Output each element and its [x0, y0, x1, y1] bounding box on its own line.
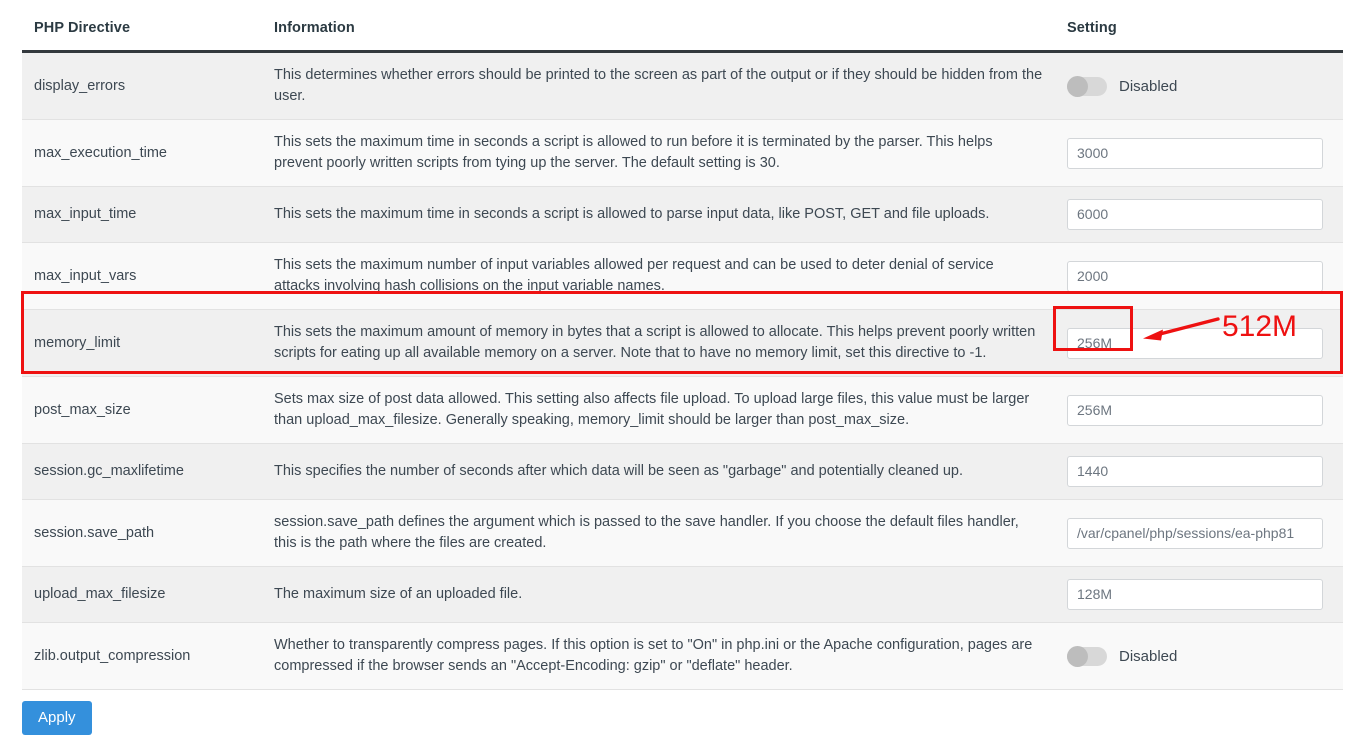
- table-row: max_execution_time This sets the maximum …: [22, 119, 1343, 187]
- table-row: memory_limit This sets the maximum amount…: [22, 309, 1343, 377]
- directive-name: upload_max_filesize: [34, 586, 166, 602]
- setting-cell: 128M: [1055, 567, 1343, 623]
- table-row: session.gc_maxlifetime This specifies the…: [22, 443, 1343, 500]
- setting-input[interactable]: 6000: [1067, 199, 1323, 230]
- directive-description: The maximum size of an uploaded file.: [274, 586, 523, 602]
- table-row: session.save_path session.save_path defin…: [22, 499, 1343, 567]
- directive-name: display_errors: [34, 77, 126, 94]
- table-row: zlib.output_compression Whether to transp…: [22, 622, 1343, 690]
- setting-cell: 2000: [1055, 243, 1343, 310]
- setting-input[interactable]: 256M: [1067, 327, 1323, 359]
- table-row: max_input_vars This sets the maximum numb…: [22, 242, 1343, 310]
- setting-cell: 256M: [1055, 310, 1343, 377]
- directive-name: memory_limit: [34, 334, 121, 351]
- setting-cell: 3000: [1055, 120, 1343, 187]
- table-row: max_input_time This sets the maximum time…: [22, 186, 1343, 243]
- setting-cell: /var/cpanel/php/sessions/ea-php81: [1055, 500, 1343, 567]
- column-header-directive: PHP Directive: [22, 14, 262, 53]
- setting-cell: Disabled: [1055, 52, 1343, 120]
- table-row: upload_max_filesize The maximum size of a…: [22, 566, 1343, 623]
- directive-description: Sets max size of post data allowed. This…: [274, 391, 1030, 428]
- toggle-switch-icon[interactable]: [1067, 645, 1107, 667]
- directive-description: This sets the maximum amount of memory i…: [274, 324, 1036, 361]
- toggle-control[interactable]: Disabled: [1067, 71, 1331, 102]
- toggle-state-label: Disabled: [1119, 77, 1178, 95]
- toggle-knob: [1067, 645, 1088, 667]
- directive-name: post_max_size: [34, 401, 131, 418]
- column-header-information: Information: [262, 14, 1055, 53]
- toggle-state-label: Disabled: [1119, 647, 1178, 665]
- directive-description: This determines whether errors should be…: [274, 67, 1043, 104]
- setting-input[interactable]: 256M: [1067, 394, 1323, 426]
- directive-name: session.save_path: [34, 524, 155, 541]
- setting-cell: 1440: [1055, 444, 1343, 500]
- directive-name: max_input_vars: [34, 267, 137, 284]
- setting-input[interactable]: 1440: [1067, 456, 1323, 487]
- setting-input[interactable]: 2000: [1067, 260, 1323, 292]
- setting-cell: Disabled: [1055, 623, 1343, 690]
- directive-description: Whether to transparently compress pages.…: [274, 637, 1033, 674]
- setting-input[interactable]: 128M: [1067, 579, 1323, 610]
- php-directives-page: PHP Directive Information Setting displa…: [0, 0, 1363, 746]
- setting-input[interactable]: 3000: [1067, 137, 1323, 169]
- table-row: display_errors This determines whether er…: [22, 51, 1343, 120]
- directive-name: max_execution_time: [34, 144, 167, 161]
- php-directives-table: PHP Directive Information Setting displa…: [22, 14, 1343, 690]
- php-directives-table-container: PHP Directive Information Setting displa…: [22, 14, 1343, 690]
- apply-button[interactable]: Apply: [22, 701, 92, 735]
- setting-cell: 256M: [1055, 377, 1343, 444]
- directive-description: This specifies the number of seconds aft…: [274, 463, 963, 479]
- directive-name: session.gc_maxlifetime: [34, 463, 184, 479]
- toggle-control[interactable]: Disabled: [1067, 641, 1331, 672]
- toggle-knob: [1067, 75, 1088, 97]
- table-header: PHP Directive Information Setting: [22, 14, 1343, 53]
- directive-description: session.save_path defines the argument w…: [274, 514, 1019, 551]
- toggle-switch-icon[interactable]: [1067, 75, 1107, 97]
- table-header-row: PHP Directive Information Setting: [22, 14, 1343, 53]
- directive-name: zlib.output_compression: [34, 647, 191, 664]
- directive-description: This sets the maximum time in seconds a …: [274, 206, 990, 222]
- directive-name: max_input_time: [34, 206, 137, 222]
- column-header-setting: Setting: [1055, 14, 1343, 53]
- directive-description: This sets the maximum time in seconds a …: [274, 134, 993, 171]
- setting-cell: 6000: [1055, 187, 1343, 243]
- directive-description: This sets the maximum number of input va…: [274, 257, 994, 294]
- table-body: display_errors This determines whether er…: [22, 51, 1343, 690]
- setting-input[interactable]: /var/cpanel/php/sessions/ea-php81: [1067, 517, 1323, 549]
- table-row: post_max_size Sets max size of post data …: [22, 376, 1343, 444]
